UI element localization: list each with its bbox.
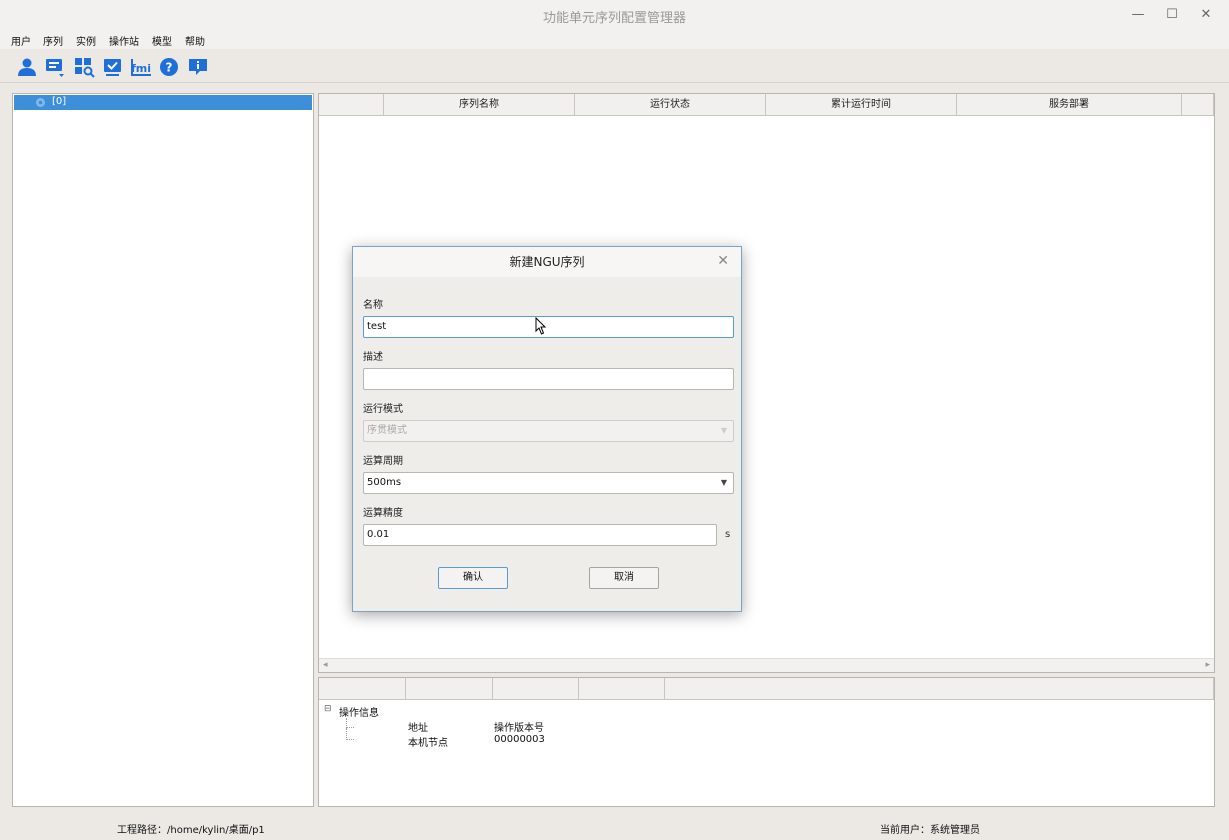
table-header-index[interactable] [319, 94, 384, 116]
info-icon[interactable] [187, 56, 209, 78]
info-header-col[interactable] [406, 678, 493, 700]
project-path: 工程路径：/home/kylin/桌面/p1 [117, 825, 265, 836]
dialog-close-icon[interactable]: ✕ [717, 253, 729, 269]
svg-text:?: ? [166, 61, 173, 75]
menu-sequence[interactable]: 序列 [43, 33, 63, 48]
info-header-col[interactable] [579, 678, 665, 700]
cycle-label: 运算周期 [363, 456, 403, 467]
maximize-icon[interactable]: ☐ [1162, 5, 1182, 25]
precision-unit: s [725, 529, 731, 540]
toolbar: fmi ? [0, 49, 1229, 83]
info-root-label: 操作信息 [339, 708, 379, 719]
fmi-model-icon[interactable]: fmi [130, 56, 152, 78]
collapse-icon[interactable]: ⊟ [324, 704, 332, 714]
menu-user[interactable]: 用户 [11, 33, 31, 48]
tree-node-selected[interactable]: [0] [14, 95, 312, 110]
table-header-status[interactable]: 运行状态 [575, 94, 766, 116]
scroll-left-icon[interactable]: ◂ [323, 660, 328, 670]
info-header-col[interactable] [665, 678, 1214, 700]
desc-label: 描述 [363, 352, 383, 363]
horizontal-scrollbar[interactable]: ◂ ▸ [319, 658, 1214, 672]
table-header-deploy[interactable]: 服务部署 [957, 94, 1182, 116]
new-sequence-dialog: 新建NGU序列 ✕ 名称 test 描述 运行模式 序贯模式 ▼ 运算周期 50… [352, 246, 742, 612]
node-gear-icon [36, 98, 45, 107]
menu-bar: 用户 序列 实例 操作站 模型 帮助 [0, 30, 1229, 49]
confirm-button[interactable]: 确认 [438, 567, 508, 589]
dialog-title: 新建NGU序列 [353, 247, 741, 277]
help-icon[interactable]: ? [158, 56, 180, 78]
tree-node-label: [0] [52, 96, 67, 107]
minimize-icon[interactable]: — [1128, 5, 1148, 25]
menu-help[interactable]: 帮助 [185, 33, 205, 48]
desc-input[interactable] [363, 368, 734, 390]
info-key: 地址 [408, 723, 428, 734]
info-value: 00000003 [494, 734, 545, 745]
precision-label: 运算精度 [363, 508, 403, 519]
mode-select: 序贯模式 ▼ [363, 420, 734, 442]
menu-instance[interactable]: 实例 [76, 33, 96, 48]
name-input[interactable]: test [363, 316, 734, 338]
info-panel: ⊟ 操作信息 地址 操作版本号 本机节点 00000003 [318, 677, 1215, 807]
mouse-cursor-icon [535, 317, 547, 335]
current-user: 当前用户：系统管理员 [880, 825, 980, 836]
station-check-icon[interactable] [102, 56, 124, 78]
table-header-filler [1182, 94, 1214, 116]
name-label: 名称 [363, 300, 383, 311]
instance-grid-icon[interactable] [73, 56, 95, 78]
cancel-button[interactable]: 取消 [589, 567, 659, 589]
chevron-down-icon: ▼ [720, 426, 727, 435]
title-bar: 功能单元序列配置管理器 — ☐ ✕ [0, 0, 1229, 30]
info-value: 操作版本号 [494, 723, 544, 734]
menu-station[interactable]: 操作站 [109, 33, 139, 48]
tree-panel: [0] [12, 93, 314, 807]
mode-label: 运行模式 [363, 404, 403, 415]
fmi-label: fmi [131, 62, 151, 75]
table-header-name[interactable]: 序列名称 [384, 94, 575, 116]
table-header-runtime[interactable]: 累计运行时间 [766, 94, 957, 116]
tree-connector [346, 728, 354, 740]
info-header-col[interactable] [493, 678, 579, 700]
info-header-col[interactable] [319, 678, 406, 700]
menu-model[interactable]: 模型 [152, 33, 172, 48]
close-icon[interactable]: ✕ [1196, 5, 1216, 25]
chevron-down-icon[interactable]: ▼ [721, 473, 727, 493]
window-title: 功能单元序列配置管理器 [542, 11, 686, 26]
precision-input[interactable]: 0.01 [363, 524, 717, 546]
tree-connector [346, 718, 354, 728]
scroll-right-icon[interactable]: ▸ [1205, 660, 1210, 670]
user-icon[interactable] [16, 56, 38, 78]
info-key: 本机节点 [408, 738, 448, 749]
cycle-select-value: 500ms [367, 477, 402, 488]
mode-select-value: 序贯模式 [367, 425, 407, 436]
sequence-icon[interactable] [44, 56, 66, 78]
cycle-select[interactable]: 500ms ▼ [363, 472, 734, 494]
status-bar: 工程路径：/home/kylin/桌面/p1 当前用户：系统管理员 [0, 812, 1229, 840]
